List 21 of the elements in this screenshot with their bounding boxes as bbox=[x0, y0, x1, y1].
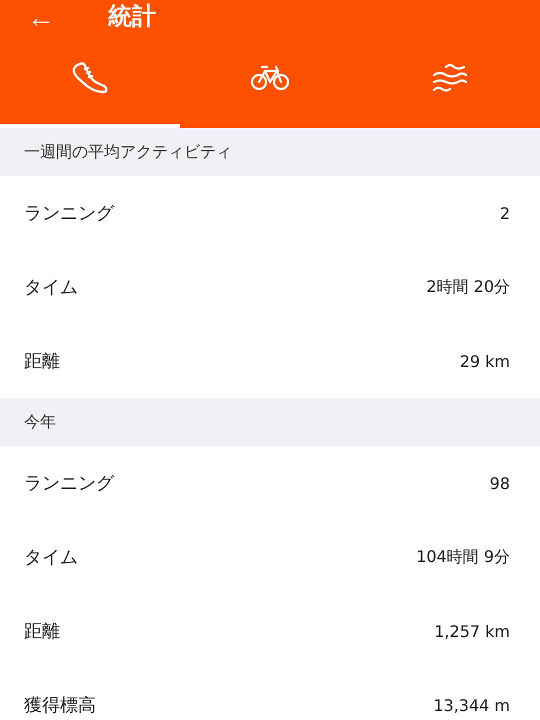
stat-label: 距離 bbox=[24, 350, 60, 373]
stat-label: 距離 bbox=[24, 620, 60, 643]
section-title: 今年 bbox=[24, 412, 56, 432]
back-button[interactable]: ← bbox=[26, 4, 56, 32]
stat-value: 98 bbox=[490, 474, 510, 492]
section-title: 一週間の平均アクティビティ bbox=[24, 142, 232, 162]
stat-value: 104時間 9分 bbox=[416, 546, 510, 568]
screen-title: 統計 bbox=[108, 1, 156, 32]
stat-label: ランニング bbox=[24, 472, 114, 495]
stat-value: 2時間 20分 bbox=[426, 276, 510, 298]
shoe-icon bbox=[71, 61, 109, 95]
stat-label: 獲得標高 bbox=[24, 694, 96, 717]
stat-label: タイム bbox=[24, 546, 78, 569]
bicycle-icon bbox=[251, 65, 289, 91]
stat-label: タイム bbox=[24, 276, 78, 299]
stat-value: 29 km bbox=[460, 352, 510, 370]
stat-label: ランニング bbox=[24, 202, 114, 225]
stat-value: 1,257 km bbox=[434, 622, 510, 640]
stat-value: 13,344 m bbox=[433, 696, 510, 714]
waves-icon bbox=[432, 63, 468, 93]
stat-value: 2 bbox=[500, 204, 510, 222]
